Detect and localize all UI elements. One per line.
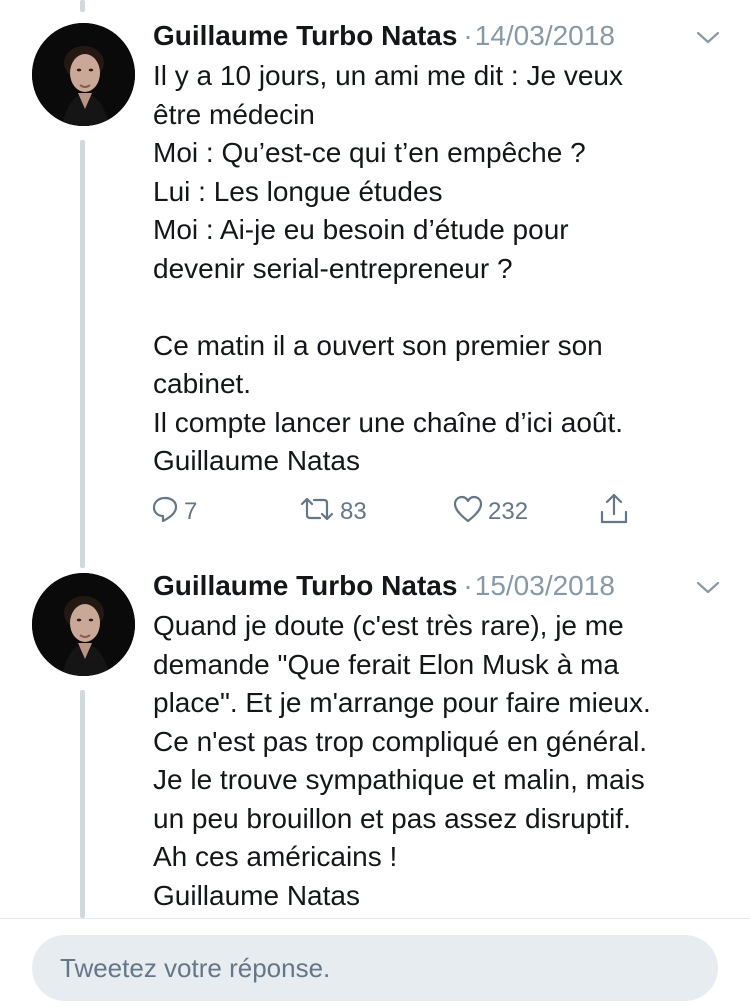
separator: ·	[463, 20, 473, 51]
share-button[interactable]	[598, 492, 630, 532]
author-name[interactable]: Guillaume Turbo Natas	[153, 20, 457, 51]
tweet-text-line: Guillaume Natas	[153, 445, 360, 476]
reply-count: 7	[184, 498, 198, 525]
tweet-text-line: Ce matin il a ouvert son premier son	[153, 329, 603, 361]
tweet-text-line	[153, 288, 723, 327]
avatar[interactable]	[32, 573, 135, 676]
author-name[interactable]: Guillaume Turbo Natas	[153, 570, 457, 601]
tweet-text-line: Ce n'est pas trop compliqué en général.	[153, 725, 648, 757]
tweet-text-line: être médecin	[153, 98, 315, 130]
chevron-down-icon[interactable]	[696, 577, 720, 597]
thread-line-top	[80, 0, 85, 12]
like-count: 232	[488, 498, 529, 525]
divider	[0, 918, 750, 919]
tweet-text: Il y a 10 jours, un ami me dit : Je veux…	[153, 57, 723, 481]
tweet-text-line: Moi : Qu’est-ce qui t’en empêche ?	[153, 137, 586, 168]
share-icon	[598, 492, 630, 533]
retweet-button[interactable]: 83	[298, 492, 367, 532]
tweet-text-line: place". Et je m'arrange pour faire mieux…	[153, 687, 651, 718]
tweet-text: Quand je doute (c'est très rare), je me …	[153, 607, 723, 915]
tweet-text-line: Je le trouve sympathique et malin, mais	[153, 764, 645, 795]
tweet-text-line: Il y a 10 jours, un ami me dit : Je veux	[153, 60, 623, 91]
tweet-text-line: Quand je doute (c'est très rare), je me	[153, 610, 624, 641]
like-button[interactable]: 232	[452, 492, 528, 532]
tweet-actions: 7 83 232	[150, 492, 650, 532]
tweet[interactable]: Guillaume Turbo Natas ·14/03/2018 Il y a …	[0, 17, 750, 557]
separator: ·	[463, 570, 473, 601]
tweet-text-line: Guillaume Natas	[153, 879, 360, 911]
tweet-text-line: devenir serial-entrepreneur ?	[153, 252, 513, 284]
tweet-header: Guillaume Turbo Natas ·14/03/2018	[153, 17, 615, 55]
tweet-text-line: Ah ces américains !	[153, 841, 398, 872]
tweet-text-line: Il compte lancer une chaîne d’ici août.	[153, 406, 624, 438]
reply-icon	[150, 494, 180, 531]
reply-input[interactable]: Tweetez votre réponse.	[32, 935, 718, 1001]
tweet[interactable]: Guillaume Turbo Natas ·15/03/2018 Quand j…	[0, 567, 750, 917]
tweet-header: Guillaume Turbo Natas ·15/03/2018	[153, 567, 615, 605]
tweet-text-line: un peu brouillon et pas assez disruptif.	[153, 802, 631, 834]
chevron-down-icon[interactable]	[696, 27, 720, 47]
reply-button[interactable]: 7	[150, 492, 197, 532]
retweet-count: 83	[340, 498, 367, 525]
tweet-text-line: cabinet.	[153, 368, 252, 399]
heart-icon	[452, 494, 484, 531]
tweet-date[interactable]: 14/03/2018	[475, 20, 615, 51]
tweet-text-line: Lui : Les longue études	[153, 175, 443, 207]
reply-placeholder: Tweetez votre réponse.	[60, 953, 331, 983]
tweet-date[interactable]: 15/03/2018	[475, 570, 615, 601]
avatar[interactable]	[32, 23, 135, 126]
tweet-text-line: Moi : Ai-je eu besoin d’étude pour	[153, 214, 569, 245]
tweet-text-line: demande "Que ferait Elon Musk à ma	[153, 648, 619, 680]
retweet-icon	[298, 494, 336, 531]
